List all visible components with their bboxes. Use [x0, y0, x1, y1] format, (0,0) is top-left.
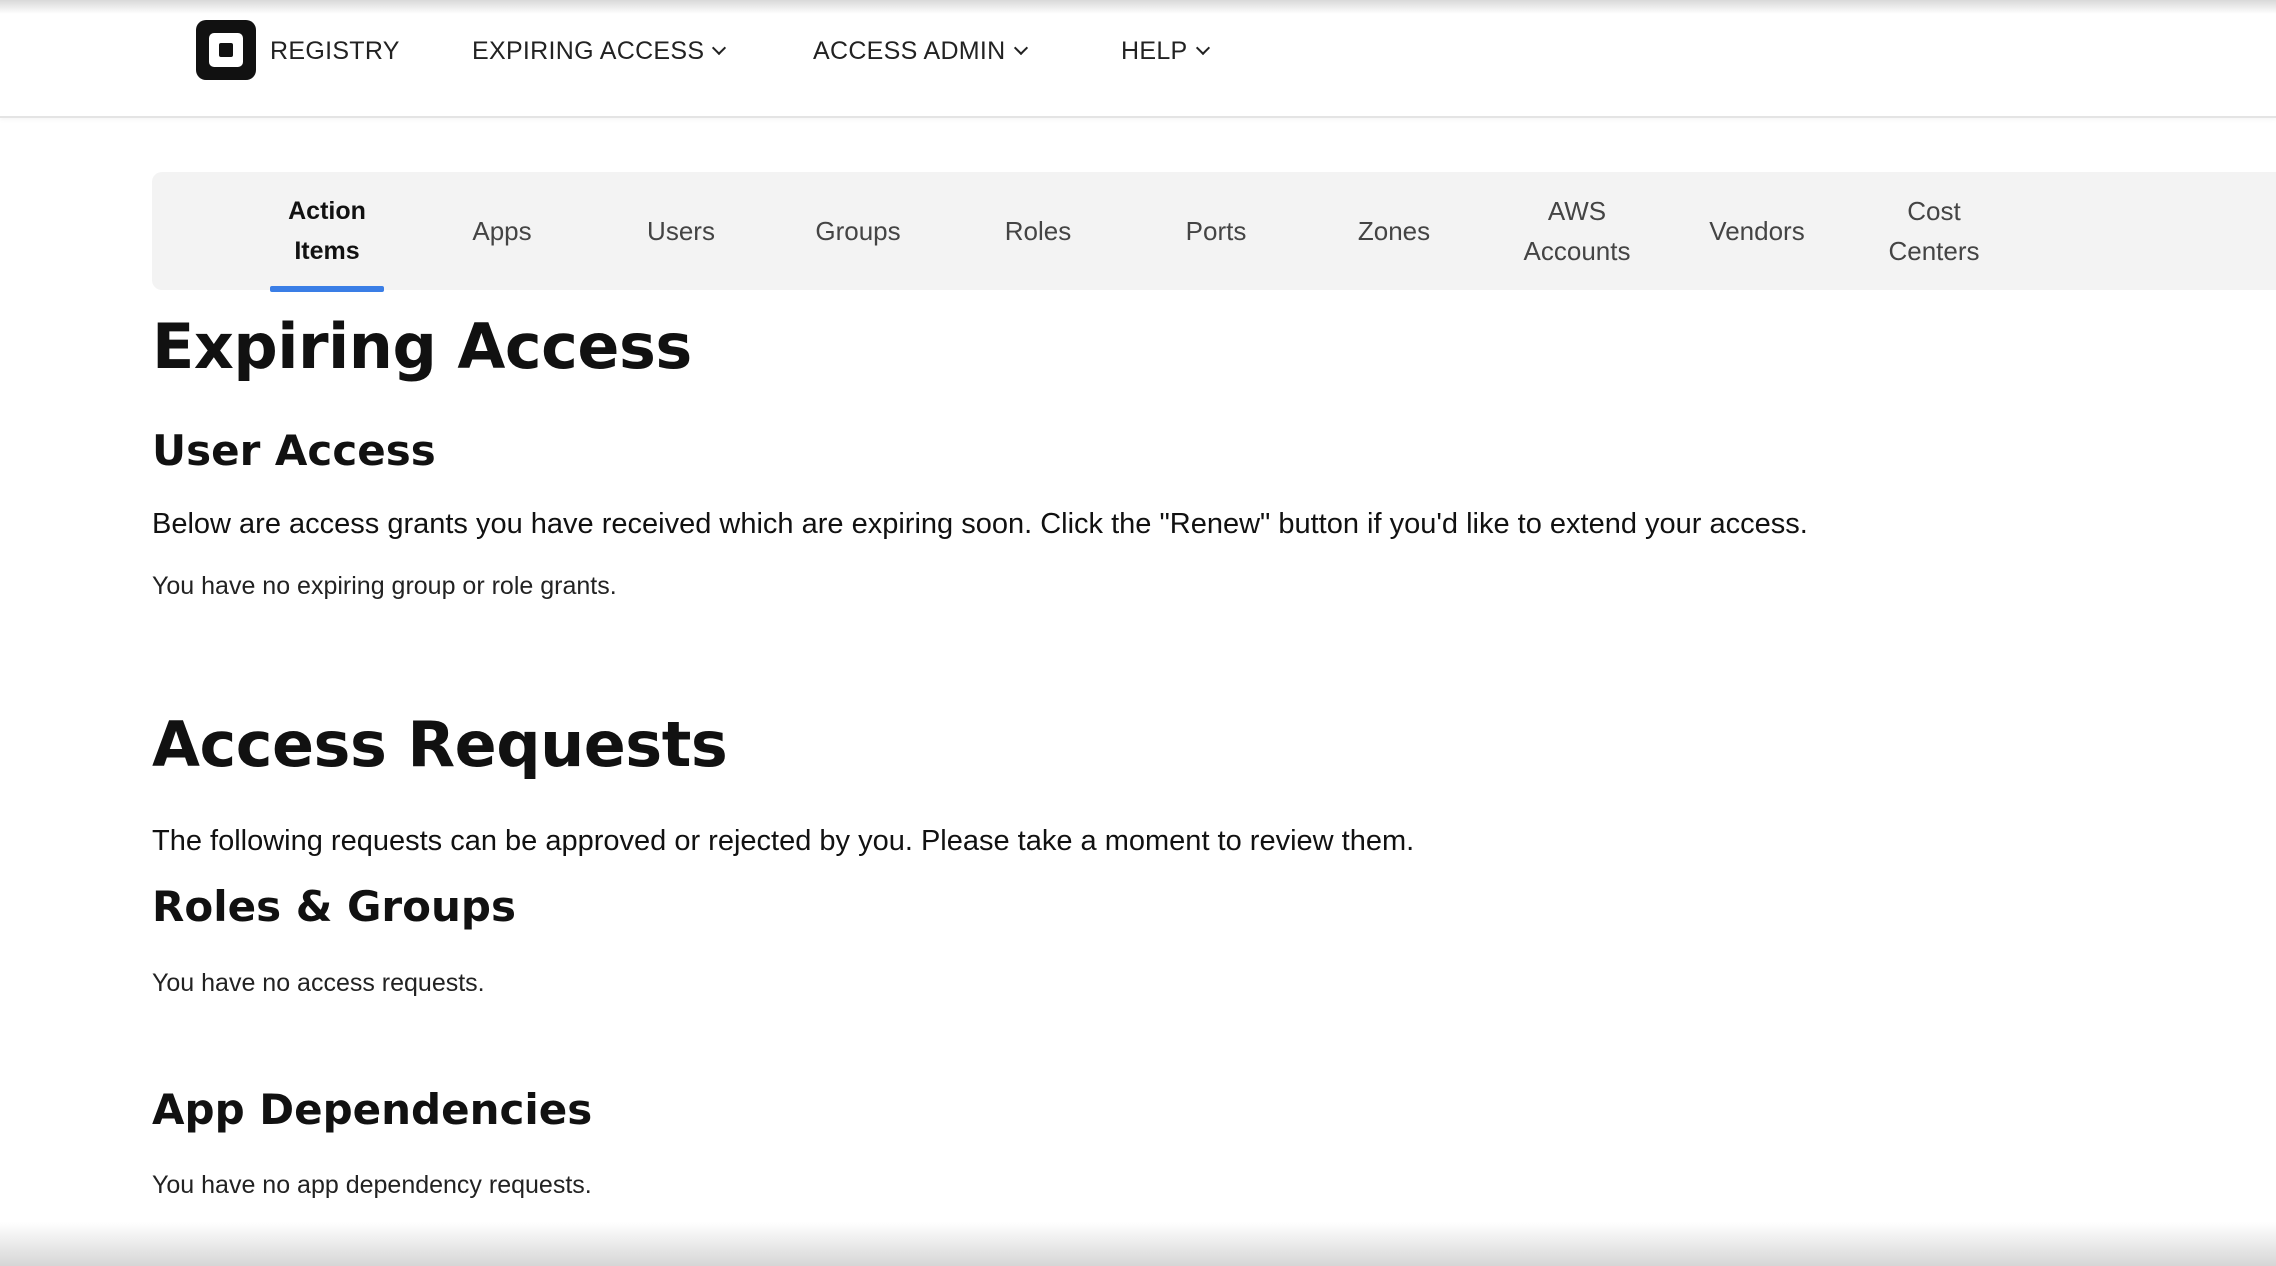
nav-access-admin-menu[interactable]: ACCESS ADMIN	[813, 34, 1028, 68]
tab-label-line1: AWS	[1547, 196, 1607, 226]
app-dependencies-heading: App Dependencies	[152, 1085, 593, 1134]
nav-expiring-access-menu[interactable]: EXPIRING ACCESS	[472, 34, 727, 68]
tab-users[interactable]: Users	[621, 172, 741, 290]
nav-expiring-access-label: EXPIRING ACCESS	[472, 37, 705, 65]
tab-label-line2: Items	[294, 237, 360, 265]
section-tabs: Action Items Apps Users Groups Roles Port…	[152, 172, 2276, 292]
tab-label: Groups	[815, 216, 901, 246]
tab-label: Ports	[1185, 216, 1247, 246]
roles-groups-empty-message: You have no access requests.	[152, 969, 485, 997]
chevron-down-icon	[712, 40, 727, 56]
tab-label: Apps	[472, 216, 532, 246]
tab-label: Zones	[1357, 216, 1431, 246]
square-logo-icon[interactable]	[196, 20, 256, 80]
user-access-description: Below are access grants you have receive…	[152, 508, 1808, 540]
tab-vendors[interactable]: Vendors	[1682, 172, 1832, 290]
top-shadow	[0, 0, 2276, 14]
roles-groups-heading: Roles & Groups	[152, 882, 516, 931]
tab-label-line1: Action	[288, 197, 366, 225]
tab-ports[interactable]: Ports	[1156, 172, 1276, 290]
tab-zones[interactable]: Zones	[1334, 172, 1454, 290]
nav-access-admin-label: ACCESS ADMIN	[813, 37, 1006, 65]
tab-aws-accounts[interactable]: AWS Accounts	[1502, 172, 1652, 290]
expiring-access-title: Expiring Access	[152, 310, 692, 383]
bottom-shadow	[0, 1222, 2276, 1266]
tab-cost-centers[interactable]: Cost Centers	[1869, 172, 1999, 290]
user-access-heading: User Access	[152, 426, 436, 475]
top-navigation-bar: REGISTRY EXPIRING ACCESS ACCESS ADMIN HE…	[0, 0, 2276, 118]
chevron-down-icon	[1013, 40, 1028, 56]
tab-roles[interactable]: Roles	[978, 172, 1098, 290]
tab-label: Roles	[1004, 216, 1072, 246]
tab-label-line2: Centers	[1888, 236, 1980, 266]
tab-groups[interactable]: Groups	[793, 172, 923, 290]
tab-label-line1: Cost	[1907, 196, 1961, 226]
app-dependencies-empty-message: You have no app dependency requests.	[152, 1171, 592, 1199]
tab-label: Vendors	[1709, 216, 1805, 246]
tab-action-items[interactable]: Action Items	[270, 172, 384, 292]
tab-apps[interactable]: Apps	[442, 172, 562, 290]
nav-help-menu[interactable]: HELP	[1121, 34, 1210, 68]
nav-help-label: HELP	[1121, 37, 1188, 65]
access-requests-description: The following requests can be approved o…	[152, 825, 1415, 857]
expiring-empty-message: You have no expiring group or role grant…	[152, 572, 617, 600]
chevron-down-icon	[1195, 40, 1210, 56]
brand-name[interactable]: REGISTRY	[270, 34, 400, 68]
access-requests-title: Access Requests	[152, 708, 728, 781]
tab-label: Users	[647, 216, 715, 246]
tab-label-line2: Accounts	[1523, 236, 1631, 266]
